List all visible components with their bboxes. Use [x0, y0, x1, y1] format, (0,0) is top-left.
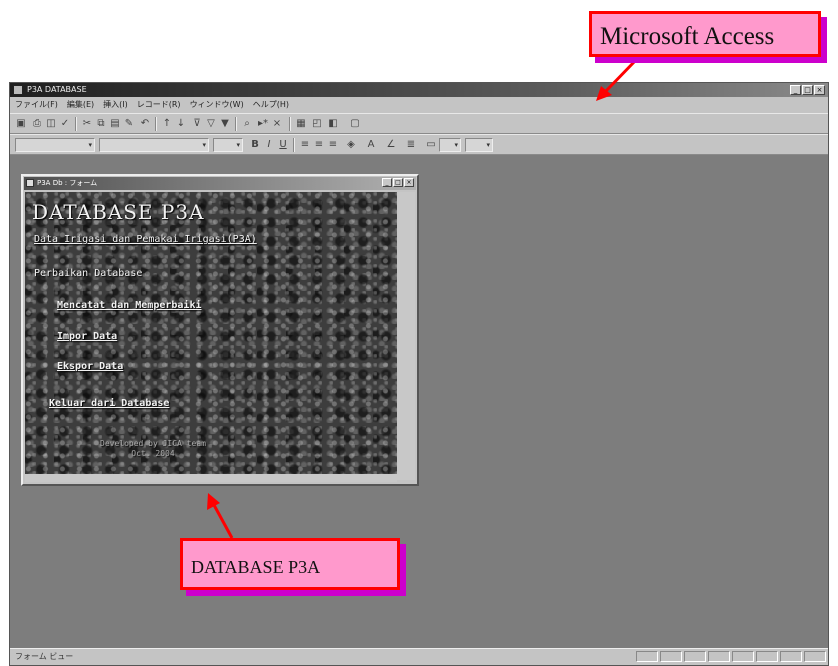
status-cell	[660, 651, 682, 662]
toolbar-separator	[155, 117, 157, 131]
status-cell	[684, 651, 706, 662]
border-style-combo[interactable]: ▾	[439, 138, 461, 152]
align-right-icon[interactable]: ≡	[327, 139, 339, 151]
record-edit-link[interactable]: Mencatat dan Memperbaiki	[57, 300, 202, 311]
font-color-icon[interactable]: A	[365, 139, 377, 151]
form-icon[interactable]	[26, 179, 34, 187]
fill-color-icon[interactable]: ◈	[345, 139, 357, 151]
object-combo[interactable]: ▾	[15, 138, 95, 152]
office-assistant-icon[interactable]: ▢	[349, 118, 361, 130]
special-effect-combo[interactable]: ▾	[465, 138, 493, 152]
italic-icon[interactable]: I	[263, 139, 275, 151]
print-preview-icon[interactable]: ◫	[45, 118, 57, 130]
menu-edit[interactable]: 編集(E)	[67, 97, 94, 113]
toolbar-separator	[289, 117, 291, 131]
copy-icon[interactable]: ⧉	[95, 118, 107, 130]
status-indicators	[636, 651, 826, 662]
maximize-icon[interactable]: □	[802, 85, 813, 95]
align-center-icon[interactable]: ≡	[313, 139, 325, 151]
credit-text: Developed by JICA team Oct. 2004	[100, 439, 206, 459]
menu-file[interactable]: ファイル(F)	[15, 97, 58, 113]
form-background: DATABASE P3A Data Irigasi dan Pemakai Ir…	[25, 192, 397, 480]
menu-insert[interactable]: 挿入(I)	[103, 97, 128, 113]
p3a-form-window: P3A Db : フォーム _ □ × DATABASE P3A Data Ir…	[21, 174, 419, 486]
menu-window[interactable]: ウィンドウ(W)	[190, 97, 244, 113]
status-cell	[756, 651, 778, 662]
form-heading: DATABASE P3A	[32, 200, 205, 224]
filter-by-form-icon[interactable]: ▽	[205, 118, 217, 130]
save-icon[interactable]: ▣	[15, 118, 27, 130]
form-subtitle: Data Irigasi dan Pemakai Irigasi(P3A)	[34, 234, 257, 245]
status-cell	[708, 651, 730, 662]
toolbar-separator	[235, 117, 237, 131]
menu-bar: ファイル(F) 編集(E) 挿入(I) レコード(R) ウィンドウ(W) ヘルプ…	[10, 97, 828, 113]
credit-line: Developed by JICA team	[100, 439, 206, 448]
new-object-icon[interactable]: ◧	[327, 118, 339, 130]
align-left-icon[interactable]: ≡	[299, 139, 311, 151]
sort-ascending-icon[interactable]: ↑	[161, 118, 173, 130]
minimize-icon[interactable]: _	[790, 85, 801, 95]
special-effect-icon[interactable]: ▭	[425, 139, 437, 151]
find-icon[interactable]: ⌕	[241, 118, 253, 130]
line-color-icon[interactable]: ∠	[385, 139, 397, 151]
spelling-icon[interactable]: ✓	[59, 118, 71, 130]
exit-database-link[interactable]: Keluar dari Database	[49, 398, 169, 409]
credit-date: Oct. 2004	[131, 449, 175, 458]
export-data-link[interactable]: Ekspor Data	[57, 361, 123, 372]
access-window: P3A DATABASE _ □ × ファイル(F) 編集(E) 挿入(I) レ…	[9, 82, 829, 666]
properties-icon[interactable]: ▦	[295, 118, 307, 130]
bold-icon[interactable]: B	[249, 139, 261, 151]
close-icon[interactable]: ×	[404, 178, 414, 187]
underline-icon[interactable]: U	[277, 139, 289, 151]
form-window-controls: _ □ ×	[382, 178, 414, 187]
paste-icon[interactable]: ▤	[109, 118, 121, 130]
menu-help[interactable]: ヘルプ(H)	[253, 97, 289, 113]
apply-filter-icon[interactable]: ▼	[219, 118, 231, 130]
maximize-icon[interactable]: □	[393, 178, 403, 187]
section-label: Perbaikan Database	[34, 268, 143, 279]
sort-descending-icon[interactable]: ↓	[175, 118, 187, 130]
app-titlebar[interactable]: P3A DATABASE _ □ ×	[10, 83, 828, 97]
status-cell	[636, 651, 658, 662]
access-callout: Microsoft Access	[589, 11, 821, 57]
app-title: P3A DATABASE	[27, 85, 87, 94]
line-width-icon[interactable]: ≣	[405, 139, 417, 151]
cut-icon[interactable]: ✂	[81, 118, 93, 130]
toolbar-separator	[75, 117, 77, 131]
status-cell	[732, 651, 754, 662]
format-painter-icon[interactable]: ✎	[123, 118, 135, 130]
status-text: フォーム ビュー	[15, 652, 74, 661]
form-vertical-scrollbar[interactable]	[397, 192, 415, 480]
import-data-link[interactable]: Impor Data	[57, 331, 117, 342]
new-record-icon[interactable]: ▸*	[257, 118, 269, 130]
status-cell	[804, 651, 826, 662]
form-view-toolbar: ▣ ⎙ ◫ ✓ ✂ ⧉ ▤ ✎ ↶ ↑ ↓ ⊽ ▽ ▼ ⌕ ▸* × ▦ ◰ ◧…	[10, 113, 828, 134]
delete-record-icon[interactable]: ×	[271, 118, 283, 130]
print-icon[interactable]: ⎙	[31, 118, 43, 130]
filter-by-selection-icon[interactable]: ⊽	[191, 118, 203, 130]
status-bar: フォーム ビュー	[10, 648, 828, 665]
formatting-toolbar: ▾ ▾ ▾ B I U ≡ ≡ ≡ ◈ A ∠ ≣ ▭ ▾ ▾	[10, 134, 828, 155]
status-cell	[780, 651, 802, 662]
font-name-combo[interactable]: ▾	[99, 138, 209, 152]
form-title: P3A Db : フォーム	[37, 179, 98, 187]
font-size-combo[interactable]: ▾	[213, 138, 243, 152]
menu-records[interactable]: レコード(R)	[137, 97, 181, 113]
form-record-bar	[25, 474, 397, 482]
close-icon[interactable]: ×	[814, 85, 825, 95]
access-app-icon[interactable]	[13, 85, 23, 95]
p3a-callout: DATABASE P3A	[180, 538, 400, 590]
undo-icon[interactable]: ↶	[139, 118, 151, 130]
database-window-icon[interactable]: ◰	[311, 118, 323, 130]
app-window-controls: _ □ ×	[790, 85, 825, 95]
toolbar-separator	[293, 138, 295, 152]
minimize-icon[interactable]: _	[382, 178, 392, 187]
form-titlebar[interactable]: P3A Db : フォーム _ □ ×	[24, 177, 416, 190]
